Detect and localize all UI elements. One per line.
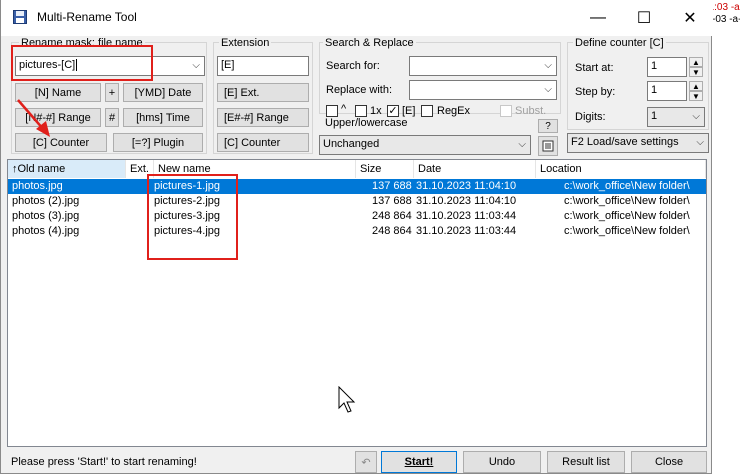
plus-button[interactable]: + bbox=[105, 83, 119, 102]
mouse-cursor-icon bbox=[338, 386, 356, 413]
time-button[interactable]: [hms] Time bbox=[123, 108, 203, 127]
file-list[interactable]: ↑Old name Ext. New name Size Date Locati… bbox=[7, 159, 707, 447]
close-window-button[interactable]: ✕ bbox=[667, 0, 713, 36]
annotation-newname-highlight bbox=[147, 174, 238, 260]
once-checkbox[interactable] bbox=[355, 105, 367, 117]
extension-label: Extension bbox=[219, 37, 272, 49]
digits-label: Digits: bbox=[575, 111, 606, 123]
search-replace-group bbox=[319, 42, 561, 114]
table-row[interactable]: photos (3).jpg pictures-3.jpg 248 864 31… bbox=[8, 209, 706, 224]
settings-value: F2 Load/save settings bbox=[571, 136, 679, 148]
step-by-input[interactable]: 1 bbox=[647, 81, 687, 101]
column-date[interactable]: Date bbox=[414, 160, 536, 178]
caret-checkbox[interactable] bbox=[326, 105, 338, 117]
step-by-down-icon[interactable]: ▼ bbox=[689, 91, 703, 101]
maximize-button[interactable]: ☐ bbox=[621, 0, 667, 36]
settings-combo[interactable]: F2 Load/save settings ⌵ bbox=[567, 133, 709, 153]
result-list-button[interactable]: Result list bbox=[547, 451, 625, 473]
search-for-label: Search for: bbox=[326, 60, 380, 72]
background-row-2: -03 -a- bbox=[712, 14, 740, 25]
help-button[interactable]: ? bbox=[538, 119, 558, 133]
status-text: Please press 'Start!' to start renaming! bbox=[11, 456, 197, 468]
chevron-down-icon[interactable]: ⌵ bbox=[544, 84, 552, 95]
document-list-icon bbox=[542, 140, 554, 152]
regex-label: RegEx bbox=[437, 105, 471, 117]
replace-with-combo[interactable]: ⌵ bbox=[409, 80, 557, 100]
step-by-up-icon[interactable]: ▲ bbox=[689, 81, 703, 91]
close-button[interactable]: Close bbox=[631, 451, 707, 473]
floppy-disk-icon bbox=[13, 10, 27, 24]
edit-list-button[interactable] bbox=[538, 136, 558, 156]
title-bar: Multi-Rename Tool — ☐ ✕ bbox=[1, 0, 713, 36]
window-title: Multi-Rename Tool bbox=[37, 10, 137, 24]
column-size[interactable]: Size bbox=[356, 160, 414, 178]
start-at-up-icon[interactable]: ▲ bbox=[689, 57, 703, 67]
red-arrow-icon bbox=[17, 99, 50, 137]
date-button[interactable]: [YMD] Date bbox=[123, 83, 203, 102]
counter-group-label: Define counter [C] bbox=[573, 37, 666, 49]
column-location[interactable]: Location bbox=[536, 160, 706, 178]
case-value: Unchanged bbox=[323, 138, 380, 150]
case-combo[interactable]: Unchanged ⌵ bbox=[319, 135, 531, 155]
subst-label: Subst. bbox=[515, 105, 547, 117]
once-label: 1x bbox=[370, 105, 382, 117]
caret-label: ^ bbox=[341, 103, 347, 115]
ext-button[interactable]: [E] Ext. bbox=[217, 83, 309, 102]
table-row[interactable]: photos (4).jpg pictures-4.jpg 248 864 31… bbox=[8, 224, 706, 239]
ext-option-label: [E] bbox=[402, 105, 416, 117]
ext-range-button[interactable]: [E#-#] Range bbox=[217, 108, 309, 127]
start-at-input[interactable]: 1 bbox=[647, 57, 687, 77]
undo-arrow-icon[interactable]: ↶ bbox=[355, 451, 377, 473]
extension-input[interactable]: [E] bbox=[217, 56, 309, 76]
chevron-down-icon[interactable]: ⌵ bbox=[192, 60, 200, 71]
replace-with-label: Replace with: bbox=[326, 84, 393, 96]
search-replace-label: Search & Replace bbox=[323, 37, 416, 49]
case-label: Upper/lowercase bbox=[323, 117, 410, 129]
start-button[interactable]: Start! bbox=[381, 451, 457, 473]
ext-checkbox[interactable]: ✓ bbox=[387, 105, 399, 117]
column-old-name[interactable]: ↑Old name bbox=[8, 160, 126, 178]
chevron-down-icon[interactable]: ⌵ bbox=[518, 139, 526, 150]
ext-counter-button[interactable]: [C] Counter bbox=[217, 133, 309, 152]
subst-checkbox[interactable] bbox=[500, 105, 512, 117]
regex-checkbox[interactable] bbox=[421, 105, 433, 117]
undo-button[interactable]: Undo bbox=[463, 451, 541, 473]
start-at-label: Start at: bbox=[575, 62, 614, 74]
digits-combo[interactable]: 1 ⌵ bbox=[647, 107, 705, 127]
plugin-button[interactable]: [=?] Plugin bbox=[113, 133, 203, 152]
start-at-down-icon[interactable]: ▼ bbox=[689, 67, 703, 77]
chevron-down-icon[interactable]: ⌵ bbox=[692, 111, 700, 122]
hash-button[interactable]: # bbox=[105, 108, 119, 127]
table-row[interactable]: photos (2).jpg pictures-2.jpg 137 688 31… bbox=[8, 194, 706, 209]
chevron-down-icon[interactable]: ⌵ bbox=[696, 137, 704, 148]
step-by-label: Step by: bbox=[575, 86, 616, 98]
chevron-down-icon[interactable]: ⌵ bbox=[544, 60, 552, 71]
digits-value: 1 bbox=[651, 110, 658, 122]
search-for-combo[interactable]: ⌵ bbox=[409, 56, 557, 76]
table-row[interactable]: photos.jpg pictures-1.jpg 137 688 31.10.… bbox=[8, 179, 706, 194]
annotation-mask-highlight bbox=[11, 45, 153, 81]
minimize-button[interactable]: — bbox=[575, 0, 621, 36]
